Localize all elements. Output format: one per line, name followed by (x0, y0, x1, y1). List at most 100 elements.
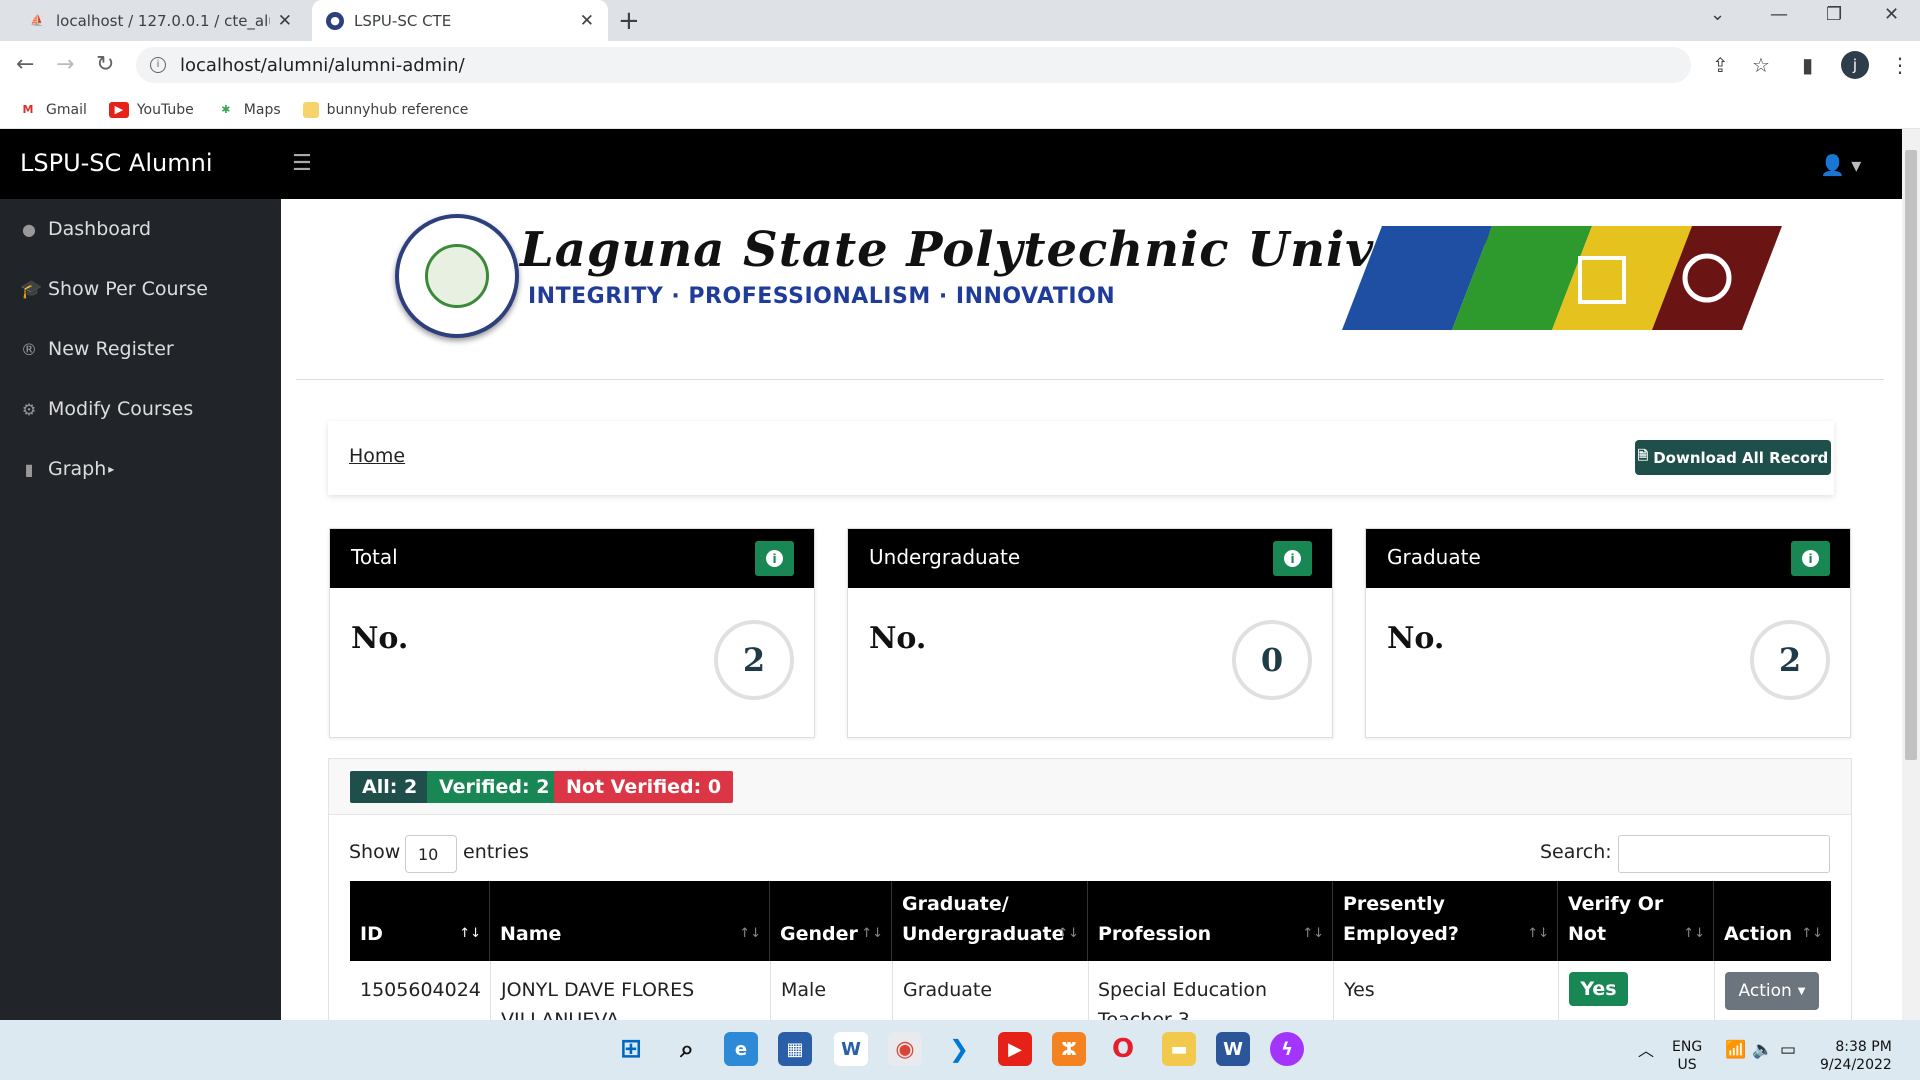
bar-chart-icon: ▮ (24, 459, 34, 479)
close-tab-icon[interactable]: ✕ (580, 11, 594, 31)
sidebar-item-graph[interactable]: ▮ Graph ▸ (20, 458, 115, 480)
filter-not-verified-badge[interactable]: Not Verified: 0 (554, 771, 734, 803)
user-menu-icon[interactable]: 👤 ▾ (1820, 153, 1861, 177)
cell-divider (1714, 961, 1715, 1020)
university-seal-logo (395, 214, 519, 338)
bookmark-gmail[interactable]: M Gmail (18, 102, 87, 118)
time-text: 8:38 PM (1835, 1039, 1892, 1055)
search-icon[interactable]: ⌕ (670, 1032, 704, 1066)
cell-divider (892, 961, 893, 1020)
entries-select[interactable]: 10 (405, 835, 457, 873)
sort-icon: ↑↓ (1057, 926, 1079, 941)
tab-title: localhost / 127.0.0.1 / cte_alumni (56, 11, 270, 30)
close-tab-icon[interactable]: ✕ (278, 11, 292, 31)
forward-icon[interactable]: → (56, 52, 74, 77)
language-text: ENG (1672, 1039, 1703, 1055)
info-button[interactable]: i (755, 541, 794, 576)
column-header-verify[interactable]: Verify Or Not ↑↓ (1558, 881, 1714, 961)
youtube-app-icon[interactable]: ▶ (998, 1032, 1032, 1066)
word-icon[interactable]: W (1216, 1032, 1250, 1066)
download-all-record-button[interactable]: 🗎 Download All Record (1635, 440, 1831, 475)
bookmark-maps[interactable]: ✱ Maps (216, 102, 280, 118)
wifi-icon[interactable]: 📶 (1725, 1040, 1746, 1060)
opera-icon[interactable]: O (1106, 1032, 1140, 1066)
sort-icon: ↑↓ (1683, 926, 1705, 941)
browser-tab-lspu[interactable]: ● LSPU-SC CTE ✕ (312, 0, 608, 41)
bookmark-star-icon[interactable]: ☆ (1752, 53, 1770, 77)
show-label: Show (349, 841, 401, 863)
sidebar-item-show-per-course[interactable]: 🎓 Show Per Course (20, 278, 208, 300)
sidebar-item-label: Modify Courses (48, 398, 194, 420)
bookmark-label: YouTube (136, 101, 194, 118)
column-label: Verify Or Not (1568, 893, 1664, 945)
card-count: 0 (1232, 620, 1312, 700)
browser-menu-icon[interactable]: ⋮ (1890, 53, 1910, 77)
info-button[interactable]: i (1791, 541, 1830, 576)
university-motto: INTEGRITY · PROFESSIONALISM · INNOVATION (528, 284, 1116, 309)
scrollbar-thumb[interactable] (1905, 150, 1917, 760)
user-icon: ● (22, 219, 36, 239)
show-hidden-icons-icon[interactable]: ︿ (1638, 1037, 1654, 1061)
action-label: Action (1738, 981, 1792, 1001)
filter-verified-badge[interactable]: Verified: 2 (427, 771, 562, 803)
edge-icon[interactable]: e (724, 1032, 758, 1066)
sidebar-item-dashboard[interactable]: ● Dashboard (20, 218, 151, 240)
breadcrumb-panel (328, 421, 1834, 495)
xampp-icon[interactable]: ⵣ (1052, 1032, 1086, 1066)
store-icon[interactable]: ▦ (778, 1032, 812, 1066)
share-icon[interactable]: ⇪ (1712, 53, 1729, 77)
column-label: Gender (780, 923, 858, 945)
minimize-icon[interactable]: — (1770, 4, 1788, 25)
bookmark-bunnyhub[interactable]: bunnyhub reference (302, 101, 468, 118)
battery-icon[interactable]: ▭ (1780, 1040, 1796, 1060)
search-input[interactable] (1618, 835, 1830, 873)
column-header-action[interactable]: Action ↑↓ (1714, 881, 1831, 961)
card-undergraduate: Undergraduate i No. 0 (847, 528, 1333, 738)
word-online-icon[interactable]: W (834, 1032, 868, 1066)
language-indicator[interactable]: ENG US (1672, 1038, 1702, 1074)
folder-icon (302, 101, 319, 118)
cell-employed: Yes (1344, 979, 1375, 1001)
clock[interactable]: 8:38 PM 9/24/2022 (1820, 1038, 1892, 1074)
profile-avatar[interactable]: j (1841, 51, 1869, 79)
close-window-icon[interactable]: ✕ (1884, 4, 1899, 25)
maximize-icon[interactable]: ❐ (1826, 4, 1842, 25)
column-header-employed[interactable]: Presently Employed? ↑↓ (1333, 881, 1558, 961)
column-header-name[interactable]: Name ↑↓ (490, 881, 770, 961)
volume-icon[interactable]: 🔈 (1752, 1040, 1773, 1060)
column-header-id[interactable]: ID ↑↓ (350, 881, 490, 961)
menu-toggle-icon[interactable]: ☰ (292, 151, 312, 176)
youtube-icon: ▶ (108, 101, 129, 118)
sort-icon: ↑↓ (739, 926, 761, 941)
verify-status-badge[interactable]: Yes (1569, 972, 1628, 1006)
sidebar-item-label: Graph (48, 458, 107, 480)
address-bar[interactable]: i localhost/alumni/alumni-admin/ (136, 47, 1691, 83)
region-text: US (1677, 1057, 1697, 1073)
sidebar-item-modify-courses[interactable]: ⚙ Modify Courses (20, 398, 193, 420)
reload-icon[interactable]: ↻ (96, 52, 114, 77)
chrome-icon[interactable]: ◉ (888, 1032, 922, 1066)
tab-search-icon[interactable]: ⌄ (1710, 4, 1725, 25)
sidebar-item-new-register[interactable]: ® New Register (20, 338, 174, 360)
messenger-icon[interactable]: ϟ (1270, 1032, 1304, 1066)
new-tab-icon[interactable]: + (618, 6, 640, 36)
bookmark-youtube[interactable]: ▶ YouTube (108, 101, 194, 118)
side-panel-icon[interactable]: ▮ (1802, 53, 1813, 77)
app-brand[interactable]: LSPU-SC Alumni (20, 149, 212, 177)
browser-tab-phpmyadmin[interactable]: ⛵ localhost / 127.0.0.1 / cte_alumni ✕ (14, 0, 306, 41)
vscode-icon[interactable]: ❯ (942, 1032, 976, 1066)
filter-all-badge[interactable]: All: 2 (350, 771, 430, 803)
row-action-button[interactable]: Action ▼ (1725, 972, 1819, 1010)
back-icon[interactable]: ← (16, 52, 34, 77)
column-header-gender[interactable]: Gender ↑↓ (770, 881, 892, 961)
column-header-level[interactable]: Graduate/ Undergraduate ↑↓ (892, 881, 1088, 961)
sort-asc-icon: ↑↓ (459, 926, 481, 941)
file-explorer-icon[interactable]: ▬ (1162, 1032, 1196, 1066)
column-header-profession[interactable]: Profession ↑↓ (1088, 881, 1333, 961)
breadcrumb-home-link[interactable]: Home (349, 445, 405, 467)
windows-start-icon[interactable]: ⊞ (614, 1032, 648, 1066)
info-button[interactable]: i (1273, 541, 1312, 576)
sort-icon: ↑↓ (861, 926, 883, 941)
site-info-icon[interactable]: i (150, 57, 166, 73)
download-button-label: Download All Record (1653, 448, 1829, 467)
